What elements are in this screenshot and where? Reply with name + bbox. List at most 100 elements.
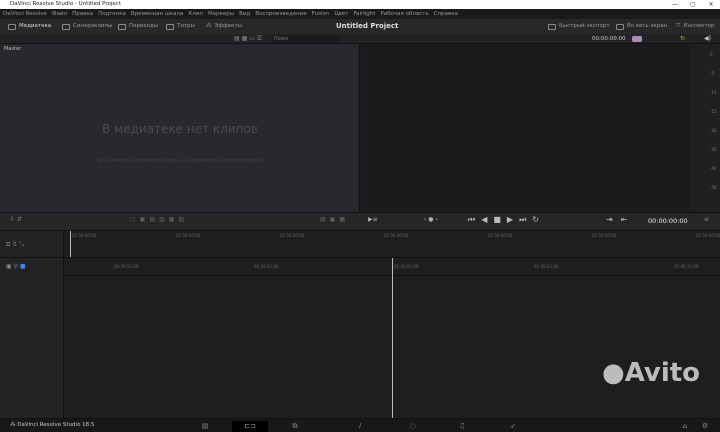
meter-label: -40 bbox=[710, 166, 717, 171]
view-icons[interactable]: ▤▣▦ bbox=[320, 216, 349, 223]
ruler-tick-label: 01:00:10:00 bbox=[176, 233, 201, 238]
cut-page-icon[interactable]: ⊏⊐ bbox=[232, 421, 268, 432]
track-icons[interactable]: ⧉ ⇅ ⤡ bbox=[6, 241, 24, 249]
track-icons[interactable]: ▣ ⚲ ■ bbox=[6, 263, 26, 270]
ruler-tick-label: 00:59:55:00 bbox=[254, 264, 279, 269]
label: Синхроклипы bbox=[73, 23, 113, 29]
menu-item[interactable]: Временная шкала bbox=[131, 9, 183, 19]
titles-button[interactable]: Титры bbox=[166, 19, 195, 34]
sync-icon bbox=[62, 23, 70, 30]
menu-item[interactable]: Клип bbox=[188, 9, 203, 19]
deliver-page-icon[interactable]: ➶ bbox=[498, 421, 528, 432]
close-button[interactable]: ✕ bbox=[706, 0, 716, 9]
menu-icon[interactable]: ≡ bbox=[704, 216, 709, 223]
fullscreen-button[interactable]: Во весь экран bbox=[616, 19, 667, 34]
transport-controls: ⇩ ⇵ ▢▣▤▥▦▧ ▤▣▦ ▶≡ ‹ ● › ⏮◀■▶⏭↻ ⇥⇤ 00:00:… bbox=[0, 212, 720, 230]
playhead[interactable] bbox=[70, 231, 71, 258]
media-pool: Master В медиатеке нет клипов Для начала… bbox=[0, 44, 360, 212]
toolbar: Медиатека Синхроклипы Переходы Титры ⁂ Эф… bbox=[0, 19, 720, 34]
menu-item[interactable]: Файл bbox=[52, 9, 67, 19]
label: Untitled Project bbox=[336, 22, 399, 30]
meter-label: -15 bbox=[710, 109, 717, 114]
window-title: DaVinci Resolve Studio - Untitled Projec… bbox=[10, 1, 121, 7]
label: Титры bbox=[177, 23, 195, 29]
search-input[interactable] bbox=[272, 35, 340, 43]
menu-item[interactable]: Fusion bbox=[312, 9, 330, 19]
menu-item[interactable]: Маркеры bbox=[208, 9, 234, 19]
media-page-icon[interactable]: ▤ bbox=[190, 421, 220, 432]
menu-item[interactable]: Цвет bbox=[334, 9, 348, 19]
app-label: DaVinci Resolve Studio 18.5 bbox=[17, 422, 95, 428]
sync-button[interactable]: Синхроклипы bbox=[62, 19, 112, 34]
quick-export-button[interactable]: Быстрый экспорт bbox=[548, 19, 610, 34]
meter-label: -10 bbox=[710, 90, 717, 95]
ruler-tick-label: 01:00:50:00 bbox=[592, 233, 617, 238]
effects-button[interactable]: ⁂ Эффекты bbox=[206, 19, 242, 34]
edit-page-icon[interactable]: ⧉ bbox=[280, 421, 310, 432]
page-bar: ⁂ DaVinci Resolve Studio 18.5 ▤ ⊏⊐ ⧉ ∕ ◌… bbox=[0, 418, 720, 432]
playback-options-icon[interactable]: ▶≡ bbox=[368, 216, 378, 223]
label: Во весь экран bbox=[627, 23, 668, 29]
inspector-button[interactable]: ⤧ Инспектор bbox=[676, 19, 715, 34]
ruler-tick-label: 01:00:40:00 bbox=[488, 233, 513, 238]
view-mode-icons[interactable]: ▤ ▦ ▭ ☰ bbox=[234, 35, 270, 43]
inspector-icon: ⤧ bbox=[676, 23, 681, 29]
viewer-timecode: 00:00:00:00 bbox=[592, 36, 626, 42]
edit-tools-icons[interactable]: ▢▣▤▥▦▧ bbox=[130, 216, 188, 223]
label: Переходы bbox=[129, 23, 159, 29]
clip-tools-icons[interactable]: ⇩ ⇵ bbox=[10, 216, 22, 223]
project-title: Untitled Project bbox=[336, 19, 398, 34]
media-pool-button[interactable]: Медиатека bbox=[8, 19, 51, 34]
menu-item[interactable]: Рабочая область bbox=[380, 9, 428, 19]
menu-item[interactable]: Вид bbox=[239, 9, 250, 19]
title-bar: DaVinci Resolve Studio - Untitled Projec… bbox=[0, 0, 720, 9]
color-page-icon[interactable]: ◌ bbox=[398, 421, 428, 432]
mark-buttons[interactable]: ⇥⇤ bbox=[606, 215, 635, 224]
maximize-button[interactable]: ▢ bbox=[688, 0, 698, 9]
meter-label: -20 bbox=[710, 128, 717, 133]
menu-item[interactable]: Воспроизведение bbox=[255, 9, 306, 19]
jog-icon[interactable]: ‹ ● › bbox=[424, 216, 438, 223]
meter-label: -5 bbox=[710, 71, 714, 76]
empty-hint: Для начала добавьте клипы из хранилища м… bbox=[96, 158, 264, 164]
label: Эффекты bbox=[214, 23, 243, 29]
meter-label: -50 bbox=[710, 185, 717, 190]
menu-item[interactable]: Подгонка bbox=[98, 9, 126, 19]
ruler-tick-label: 01:01:00:00 bbox=[696, 233, 720, 238]
menu-item[interactable]: Справка bbox=[434, 9, 458, 19]
transport-timecode: 00:00:00:00 bbox=[648, 217, 688, 225]
empty-title: В медиатеке нет клипов bbox=[102, 122, 258, 136]
menu-bar: DaVinci Resolve Файл Правка Подгонка Временн… bbox=[0, 9, 720, 19]
ruler-tick-label: 01:00:10:00 bbox=[674, 264, 699, 269]
viewer[interactable] bbox=[361, 44, 690, 212]
ruler-tick-label: 01:00:20:00 bbox=[280, 233, 305, 238]
audio-meter: 0 -5 -10 -15 -20 -30 -40 -50 bbox=[690, 44, 720, 212]
meter-label: 0 bbox=[710, 52, 713, 57]
ruler-tick-label: 00:59:50:00 bbox=[114, 264, 139, 269]
avito-watermark: ●Avito bbox=[602, 358, 701, 388]
settings-icon[interactable]: ⚙ bbox=[690, 421, 720, 432]
refresh-icon[interactable]: ↻ bbox=[680, 34, 685, 44]
effects-icon: ⁂ bbox=[206, 23, 212, 29]
menu-item[interactable]: Правка bbox=[72, 9, 93, 19]
fusion-page-icon[interactable]: ∕ bbox=[345, 421, 375, 432]
playback-buttons[interactable]: ⏮◀■▶⏭↻ bbox=[468, 215, 545, 225]
sub-toolbar: ▤ ▦ ▭ ☰ 00:00:00:00 ↻ ◀) bbox=[0, 34, 720, 44]
transitions-icon bbox=[118, 23, 126, 30]
transitions-button[interactable]: Переходы bbox=[118, 19, 158, 34]
color-swatch[interactable] bbox=[632, 36, 642, 42]
timeline-overview[interactable]: ⧉ ⇅ ⤡ 01:00:00:00 01:00:10:00 01:00:20:00 0… bbox=[0, 230, 720, 258]
menu-item[interactable]: DaVinci Resolve bbox=[3, 9, 47, 19]
fairlight-page-icon[interactable]: ♫ bbox=[447, 421, 477, 432]
volume-icon[interactable]: ◀) bbox=[704, 34, 711, 44]
minimize-button[interactable]: — bbox=[670, 0, 680, 9]
playhead[interactable] bbox=[392, 258, 393, 419]
bin-label: Master bbox=[4, 46, 22, 52]
menu-item[interactable]: Fairlight bbox=[353, 9, 375, 19]
label: Медиатека bbox=[19, 23, 52, 29]
titles-icon bbox=[166, 23, 174, 30]
export-icon bbox=[548, 23, 556, 30]
fullscreen-icon bbox=[616, 23, 624, 30]
ruler-tick-label: 01:00:00:00 bbox=[394, 264, 419, 269]
timeline[interactable]: ▣ ⚲ ■ ●Avito 00:59:50:00 00:59:55:00 01:00… bbox=[0, 257, 720, 419]
